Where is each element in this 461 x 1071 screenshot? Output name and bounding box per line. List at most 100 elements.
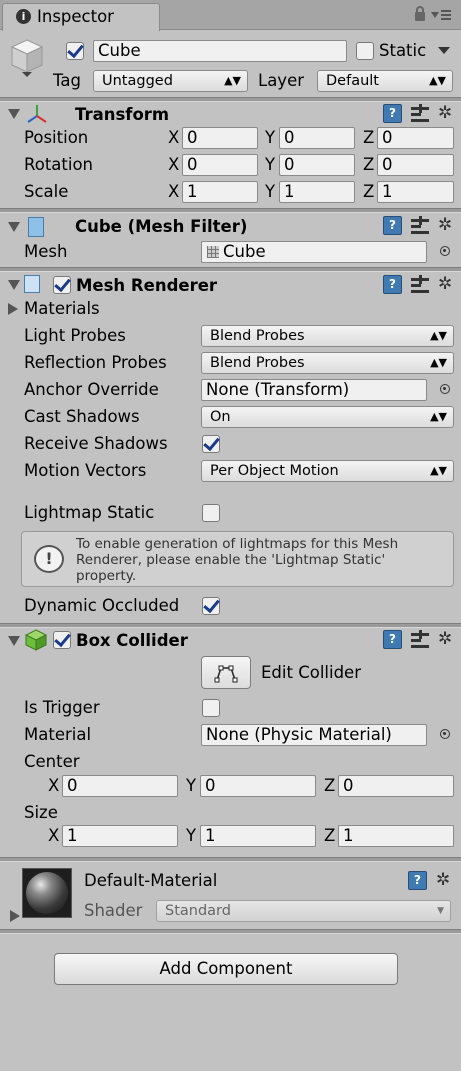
foldout-arrow-icon[interactable]	[8, 636, 20, 646]
gear-icon[interactable]: ✲	[436, 871, 450, 889]
updown-icon: ▲▼	[430, 329, 447, 342]
is-trigger-checkbox[interactable]	[202, 699, 220, 717]
material-foldout-icon[interactable]	[10, 910, 20, 922]
receive-shadows-checkbox[interactable]	[202, 435, 220, 453]
reflection-probes-dropdown[interactable]: Blend Probes ▲▼	[201, 352, 454, 374]
box-collider-enabled-checkbox[interactable]	[53, 631, 71, 649]
object-picker-icon[interactable]	[440, 246, 450, 256]
object-name-field[interactable]: Cube	[93, 40, 347, 62]
position-z-field[interactable]: 0	[377, 127, 454, 149]
gear-icon[interactable]: ✲	[438, 275, 452, 293]
motion-vectors-dropdown[interactable]: Per Object Motion ▲▼	[201, 460, 454, 482]
position-x-field[interactable]: 0	[182, 127, 258, 149]
dynamic-occluded-label: Dynamic Occluded	[24, 596, 180, 615]
object-active-checkbox[interactable]	[66, 42, 84, 60]
dynamic-occluded-checkbox[interactable]	[202, 597, 220, 615]
gear-icon[interactable]: ✲	[438, 216, 452, 234]
divider	[0, 623, 461, 628]
collider-material-field[interactable]: None (Physic Material)	[201, 724, 427, 746]
size-z-field[interactable]: 1	[338, 825, 454, 847]
divider	[0, 97, 461, 102]
scale-y-field[interactable]: 1	[279, 181, 355, 203]
mesh-renderer-enabled-checkbox[interactable]	[53, 276, 71, 294]
material-name: Default-Material	[84, 871, 218, 890]
center-x-field[interactable]: 0	[62, 775, 178, 797]
help-icon[interactable]: ?	[383, 275, 402, 294]
static-checkbox[interactable]	[356, 42, 374, 60]
axis-y-label: Y	[265, 182, 276, 201]
divider	[0, 929, 461, 934]
gear-icon[interactable]: ✲	[438, 104, 452, 122]
center-z-field[interactable]: 0	[338, 775, 454, 797]
mesh-renderer-icon	[24, 275, 40, 293]
foldout-arrow-icon[interactable]	[8, 280, 20, 290]
static-dropdown-arrow[interactable]	[438, 47, 450, 54]
info-text-line2: Renderer, please enable the 'Lightmap St…	[76, 552, 386, 568]
lock-icon[interactable]	[415, 6, 425, 21]
foldout-arrow-icon[interactable]	[8, 222, 20, 232]
layer-label: Layer	[258, 71, 305, 90]
dropdown-arrow-icon: ▼	[437, 906, 444, 916]
box-collider-title: Box Collider	[76, 631, 188, 650]
tab-label: Inspector	[37, 7, 114, 26]
edit-collider-label: Edit Collider	[261, 663, 361, 682]
preset-icon[interactable]	[411, 216, 429, 234]
light-probes-value: Blend Probes	[210, 328, 305, 344]
axis-y-label: Y	[186, 826, 197, 845]
cast-shadows-dropdown[interactable]: On ▲▼	[201, 406, 454, 428]
foldout-arrow-icon[interactable]	[8, 109, 20, 119]
preset-icon[interactable]	[411, 275, 429, 293]
mesh-renderer-title: Mesh Renderer	[76, 276, 218, 295]
anchor-override-label: Anchor Override	[24, 380, 159, 399]
size-x-field[interactable]: 1	[62, 825, 178, 847]
axis-x-label: X	[168, 182, 180, 201]
materials-foldout-icon[interactable]	[8, 303, 18, 315]
tab-inspector[interactable]: i Inspector	[2, 3, 160, 31]
center-y-field[interactable]: 0	[200, 775, 316, 797]
updown-icon: ▲▼	[224, 74, 241, 87]
updown-icon: ▲▼	[430, 410, 447, 423]
preset-icon[interactable]	[411, 630, 429, 648]
rotation-y-field[interactable]: 0	[279, 154, 355, 176]
preset-icon[interactable]	[411, 104, 429, 122]
edit-collider-button[interactable]	[201, 656, 251, 689]
size-y-field[interactable]: 1	[200, 825, 316, 847]
rotation-z-field[interactable]: 0	[377, 154, 454, 176]
help-icon[interactable]: ?	[383, 216, 402, 235]
light-probes-dropdown[interactable]: Blend Probes ▲▼	[201, 325, 454, 347]
object-picker-icon[interactable]	[440, 729, 450, 739]
axis-x-label: X	[168, 128, 180, 147]
material-preview[interactable]	[22, 868, 72, 918]
scale-x-field[interactable]: 1	[182, 181, 258, 203]
help-icon[interactable]: ?	[408, 871, 427, 890]
object-picker-icon[interactable]	[440, 384, 450, 394]
mesh-object-field[interactable]: Cube	[201, 241, 427, 263]
help-icon[interactable]: ?	[383, 104, 402, 123]
shader-dropdown[interactable]: Standard ▼	[156, 900, 451, 922]
shader-value: Standard	[165, 903, 231, 919]
help-icon[interactable]: ?	[383, 630, 402, 649]
mesh-value: Cube	[223, 242, 266, 261]
lightmap-static-label: Lightmap Static	[24, 503, 155, 522]
mesh-filter-title: Cube (Mesh Filter)	[75, 217, 248, 236]
transform-title: Transform	[75, 105, 170, 124]
position-y-field[interactable]: 0	[279, 127, 355, 149]
mesh-label: Mesh	[24, 242, 68, 261]
mesh-grid-icon	[207, 246, 219, 258]
collider-material-label: Material	[24, 725, 92, 744]
tag-dropdown[interactable]: Untagged ▲▼	[93, 70, 248, 92]
materials-label[interactable]: Materials	[24, 299, 100, 319]
anchor-override-field[interactable]: None (Transform)	[201, 379, 427, 401]
light-probes-label: Light Probes	[24, 326, 126, 345]
scale-z-field[interactable]: 1	[377, 181, 454, 203]
lightmap-static-checkbox[interactable]	[202, 504, 220, 522]
add-component-button[interactable]: Add Component	[54, 953, 398, 985]
axis-x-label: X	[48, 776, 60, 795]
rotation-label: Rotation	[24, 155, 94, 174]
rotation-x-field[interactable]: 0	[182, 154, 258, 176]
layer-dropdown[interactable]: Default ▲▼	[317, 70, 453, 92]
gear-icon[interactable]: ✲	[438, 630, 452, 648]
axis-y-label: Y	[265, 128, 276, 147]
transform-icon	[27, 105, 47, 123]
cast-shadows-value: On	[210, 409, 231, 425]
